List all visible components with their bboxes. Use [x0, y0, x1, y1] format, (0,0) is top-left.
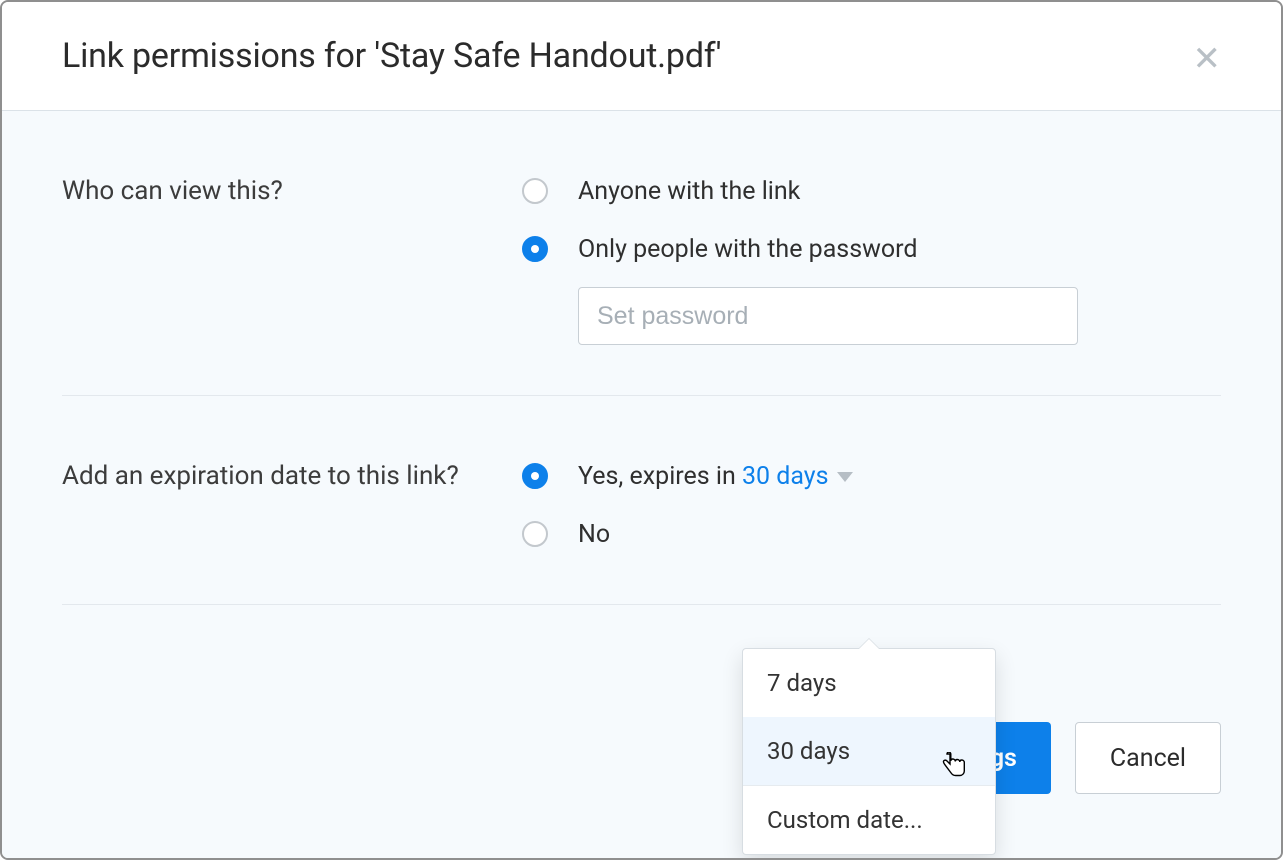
password-input[interactable] — [578, 287, 1078, 345]
radio-row-expire-yes: Yes, expires in 30 days — [522, 456, 1221, 496]
radio-expire-no[interactable] — [522, 521, 548, 547]
radio-password[interactable] — [522, 236, 548, 262]
section-who-can-view: Who can view this? Anyone with the link … — [62, 111, 1221, 396]
radio-row-expire-no: No — [522, 514, 1221, 554]
who-can-view-label: Who can view this? — [62, 171, 522, 345]
section-expiration: Add an expiration date to this link? Yes… — [62, 396, 1221, 605]
radio-row-anyone: Anyone with the link — [522, 171, 1221, 211]
cancel-button[interactable]: Cancel — [1075, 722, 1221, 794]
link-permissions-dialog: Link permissions for 'Stay Safe Handout.… — [0, 0, 1283, 860]
dialog-header: Link permissions for 'Stay Safe Handout.… — [2, 2, 1281, 110]
radio-expire-yes[interactable] — [522, 463, 548, 489]
expiration-options: Yes, expires in 30 days No — [522, 456, 1221, 554]
who-can-view-options: Anyone with the link Only people with th… — [522, 171, 1221, 345]
expiration-dropdown-trigger[interactable]: 30 days — [742, 462, 853, 491]
radio-row-password: Only people with the password — [522, 229, 1221, 269]
expiration-label: Add an expiration date to this link? — [62, 456, 522, 554]
dialog-title: Link permissions for 'Stay Safe Handout.… — [62, 36, 721, 76]
dropdown-option-custom-date[interactable]: Custom date... — [743, 786, 995, 854]
radio-password-label: Only people with the password — [578, 235, 918, 264]
chevron-down-icon — [837, 472, 853, 482]
expiration-dropdown: 7 days 30 days Custom date... — [742, 648, 996, 855]
radio-expire-no-label: No — [578, 520, 610, 549]
radio-anyone-label: Anyone with the link — [578, 177, 800, 206]
radio-expire-yes-label: Yes, expires in 30 days — [578, 462, 853, 491]
dropdown-option-30-days[interactable]: 30 days — [743, 717, 995, 785]
radio-anyone[interactable] — [522, 178, 548, 204]
password-field-wrap — [578, 287, 1221, 345]
close-icon[interactable]: ✕ — [1193, 36, 1222, 76]
dialog-body: Who can view this? Anyone with the link … — [2, 110, 1281, 858]
expiration-value: 30 days — [742, 462, 829, 491]
dropdown-option-7-days[interactable]: 7 days — [743, 649, 995, 717]
expire-yes-prefix: Yes, expires in — [578, 462, 742, 491]
